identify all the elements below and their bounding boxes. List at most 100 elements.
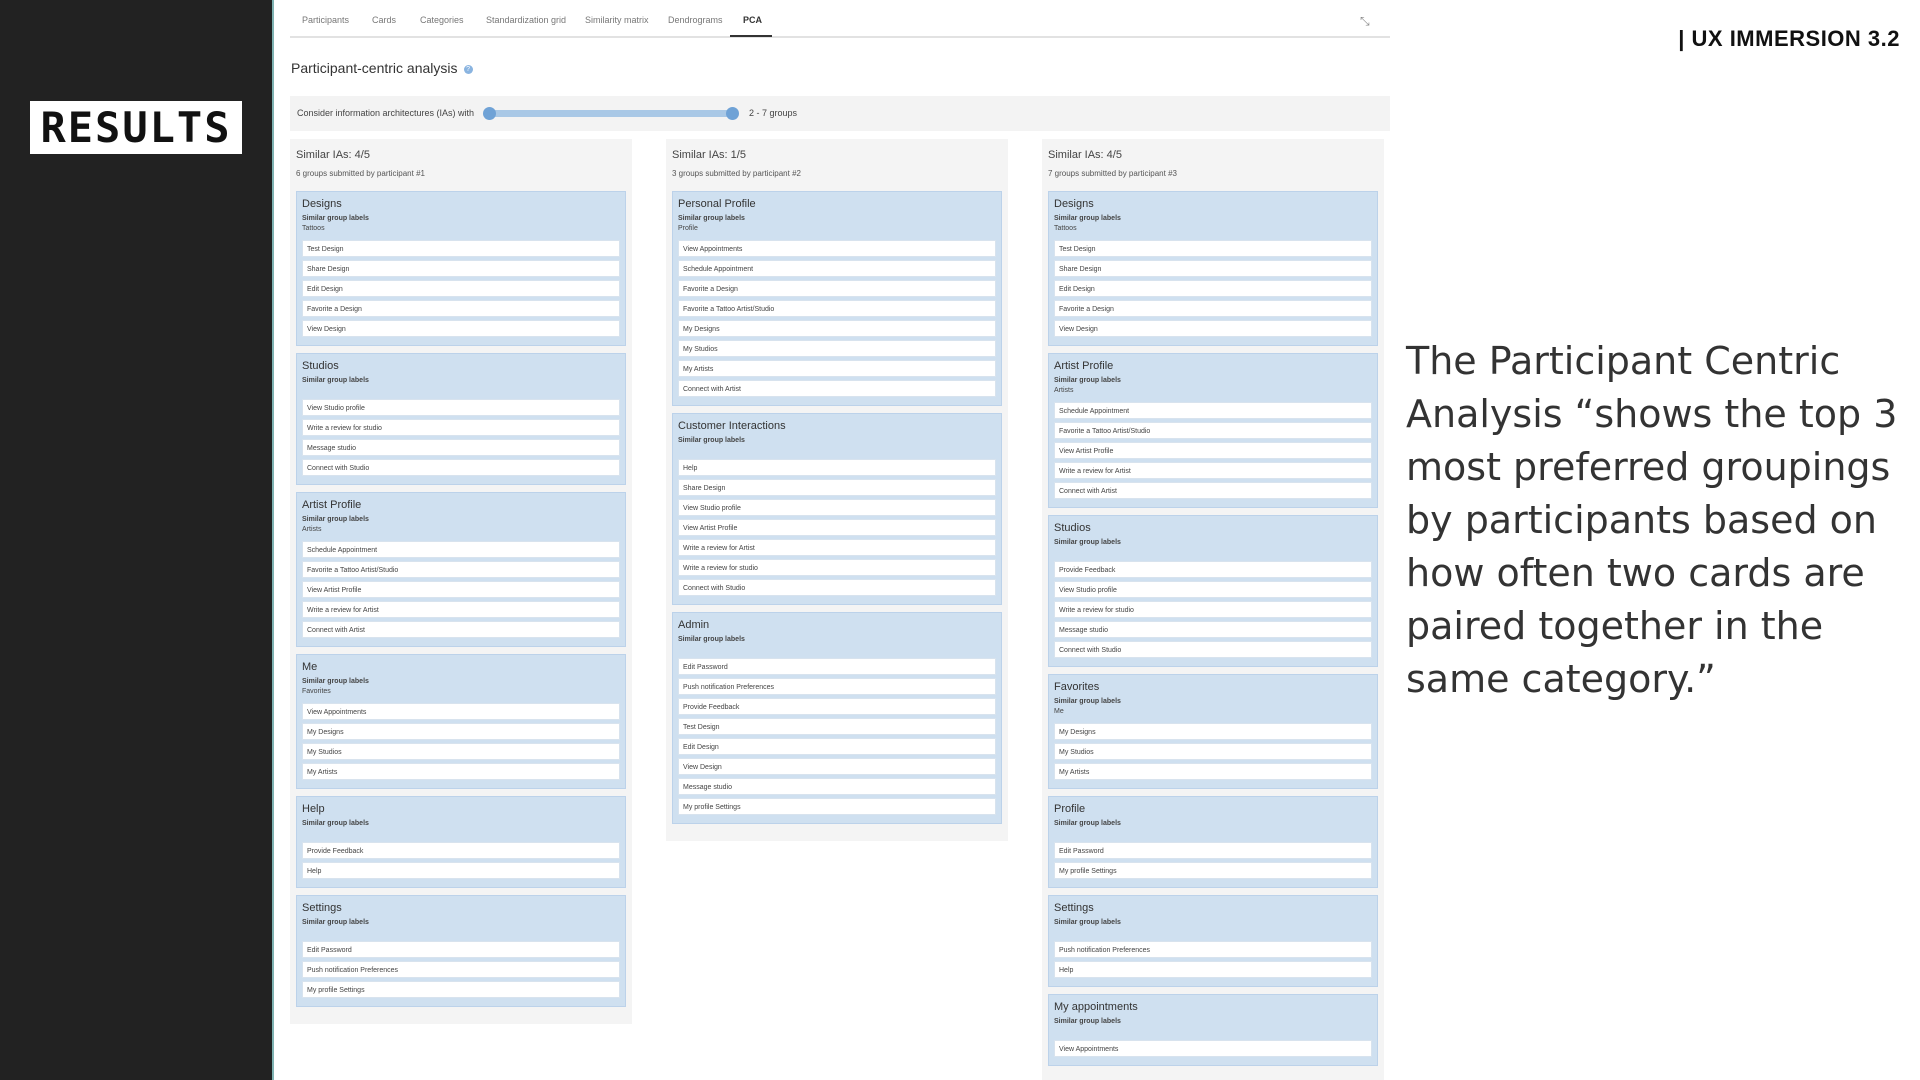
- card-item[interactable]: View Design: [1054, 320, 1372, 337]
- similar-labels-heading: Similar group labels: [1054, 1018, 1121, 1025]
- card-item[interactable]: My profile Settings: [302, 981, 620, 998]
- group-card: Profile Similar group labels Edit Password…: [1048, 796, 1378, 888]
- similar-labels-heading: Similar group labels: [1054, 698, 1121, 705]
- card-item[interactable]: Connect with Artist: [678, 380, 996, 397]
- card-item[interactable]: Connect with Artist: [1054, 482, 1372, 499]
- card-item[interactable]: Write a review for studio: [678, 559, 996, 576]
- card-item[interactable]: View Studio profile: [1054, 581, 1372, 598]
- card-item[interactable]: Test Design: [302, 240, 620, 257]
- card-item[interactable]: Schedule Appointment: [302, 541, 620, 558]
- card-item[interactable]: My Artists: [302, 763, 620, 780]
- similar-labels-value: [1054, 549, 1372, 553]
- card-item[interactable]: My Artists: [678, 360, 996, 377]
- card-item[interactable]: Connect with Artist: [302, 621, 620, 638]
- tab-dendrograms[interactable]: Dendrograms: [668, 15, 723, 25]
- card-item[interactable]: Schedule Appointment: [1054, 402, 1372, 419]
- column-title: Similar IAs: 1/5: [672, 149, 746, 161]
- card-list: View Appointments My Designs My Studios My …: [302, 703, 620, 780]
- card-item[interactable]: Share Design: [302, 260, 620, 277]
- card-item[interactable]: View Design: [302, 320, 620, 337]
- card-item[interactable]: Favorite a Tattoo Artist/Studio: [302, 561, 620, 578]
- tab-standardization-grid[interactable]: Standardization grid: [486, 15, 566, 25]
- card-item[interactable]: View Appointments: [678, 240, 996, 257]
- card-item[interactable]: My Designs: [678, 320, 996, 337]
- similar-labels-value: [678, 447, 996, 451]
- card-item[interactable]: Message studio: [678, 778, 996, 795]
- card-item[interactable]: Message studio: [1054, 621, 1372, 638]
- card-item[interactable]: Provide Feedback: [302, 842, 620, 859]
- card-item[interactable]: Push notification Preferences: [302, 961, 620, 978]
- info-icon[interactable]: ?: [463, 64, 473, 74]
- card-item[interactable]: My Designs: [1054, 723, 1372, 740]
- card-item[interactable]: Help: [678, 459, 996, 476]
- similar-labels-value: Tattoos: [1054, 225, 1077, 232]
- card-item[interactable]: My profile Settings: [1054, 862, 1372, 879]
- card-item[interactable]: Edit Password: [302, 941, 620, 958]
- card-item[interactable]: Test Design: [1054, 240, 1372, 257]
- card-item[interactable]: My Artists: [1054, 763, 1372, 780]
- card-item[interactable]: My Designs: [302, 723, 620, 740]
- card-item[interactable]: Favorite a Design: [302, 300, 620, 317]
- card-item[interactable]: Edit Design: [678, 738, 996, 755]
- card-item[interactable]: View Appointments: [1054, 1040, 1372, 1057]
- tab-cards[interactable]: Cards: [372, 15, 396, 25]
- card-item[interactable]: Favorite a Design: [1054, 300, 1372, 317]
- tab-participants[interactable]: Participants: [302, 15, 349, 25]
- card-list: Push notification Preferences Help: [1054, 941, 1372, 978]
- group-title: Designs: [1054, 198, 1094, 210]
- section-title-text: Participant-centric analysis: [291, 60, 458, 76]
- card-item[interactable]: View Design: [678, 758, 996, 775]
- card-item[interactable]: Write a review for Artist: [1054, 462, 1372, 479]
- card-item[interactable]: Write a review for Artist: [678, 539, 996, 556]
- card-item[interactable]: Write a review for Artist: [302, 601, 620, 618]
- card-item[interactable]: My profile Settings: [678, 798, 996, 815]
- card-item[interactable]: Provide Feedback: [678, 698, 996, 715]
- card-item[interactable]: Write a review for studio: [302, 419, 620, 436]
- card-list: Test Design Share Design Edit Design Favori…: [1054, 240, 1372, 337]
- card-item[interactable]: Message studio: [302, 439, 620, 456]
- card-item[interactable]: Write a review for studio: [1054, 601, 1372, 618]
- card-item[interactable]: Push notification Preferences: [1054, 941, 1372, 958]
- card-item[interactable]: Favorite a Design: [678, 280, 996, 297]
- card-item[interactable]: Connect with Studio: [1054, 641, 1372, 658]
- slider-max-handle[interactable]: [726, 107, 739, 120]
- card-item[interactable]: Push notification Preferences: [678, 678, 996, 695]
- card-item[interactable]: My Studios: [302, 743, 620, 760]
- expand-icon[interactable]: ⤡: [1360, 14, 1374, 28]
- tab-pca[interactable]: PCA: [743, 15, 762, 25]
- card-item[interactable]: Provide Feedback: [1054, 561, 1372, 578]
- participant-column-1: Similar IAs: 4/5 6 groups submitted by pa…: [290, 139, 632, 1024]
- group-title: Settings: [302, 902, 342, 914]
- card-item[interactable]: View Artist Profile: [678, 519, 996, 536]
- card-item[interactable]: My Studios: [1054, 743, 1372, 760]
- card-item[interactable]: My Studios: [678, 340, 996, 357]
- card-item[interactable]: View Artist Profile: [302, 581, 620, 598]
- tab-categories[interactable]: Categories: [420, 15, 464, 25]
- card-item[interactable]: View Studio profile: [678, 499, 996, 516]
- card-item[interactable]: Edit Password: [1054, 842, 1372, 859]
- card-item[interactable]: Favorite a Tattoo Artist/Studio: [678, 300, 996, 317]
- similar-labels-value: [1054, 1028, 1372, 1032]
- card-item[interactable]: Connect with Studio: [302, 459, 620, 476]
- card-item[interactable]: Help: [1054, 961, 1372, 978]
- card-item[interactable]: View Artist Profile: [1054, 442, 1372, 459]
- card-item[interactable]: Schedule Appointment: [678, 260, 996, 277]
- slider-min-handle[interactable]: [483, 107, 496, 120]
- card-item[interactable]: Edit Password: [678, 658, 996, 675]
- card-item[interactable]: Share Design: [678, 479, 996, 496]
- card-item[interactable]: Edit Design: [1054, 280, 1372, 297]
- card-item[interactable]: Favorite a Tattoo Artist/Studio: [1054, 422, 1372, 439]
- participant-column-2: Similar IAs: 1/5 3 groups submitted by pa…: [666, 139, 1008, 841]
- group-range-slider[interactable]: [483, 107, 739, 120]
- column-title: Similar IAs: 4/5: [296, 149, 370, 161]
- card-item[interactable]: Share Design: [1054, 260, 1372, 277]
- card-item[interactable]: View Appointments: [302, 703, 620, 720]
- card-item[interactable]: Edit Design: [302, 280, 620, 297]
- card-item[interactable]: Help: [302, 862, 620, 879]
- similar-labels-heading: Similar group labels: [302, 215, 369, 222]
- card-item[interactable]: View Studio profile: [302, 399, 620, 416]
- tab-similarity-matrix[interactable]: Similarity matrix: [585, 15, 649, 25]
- card-list: Edit Password Push notification Preferenc…: [678, 658, 996, 815]
- card-item[interactable]: Test Design: [678, 718, 996, 735]
- card-item[interactable]: Connect with Studio: [678, 579, 996, 596]
